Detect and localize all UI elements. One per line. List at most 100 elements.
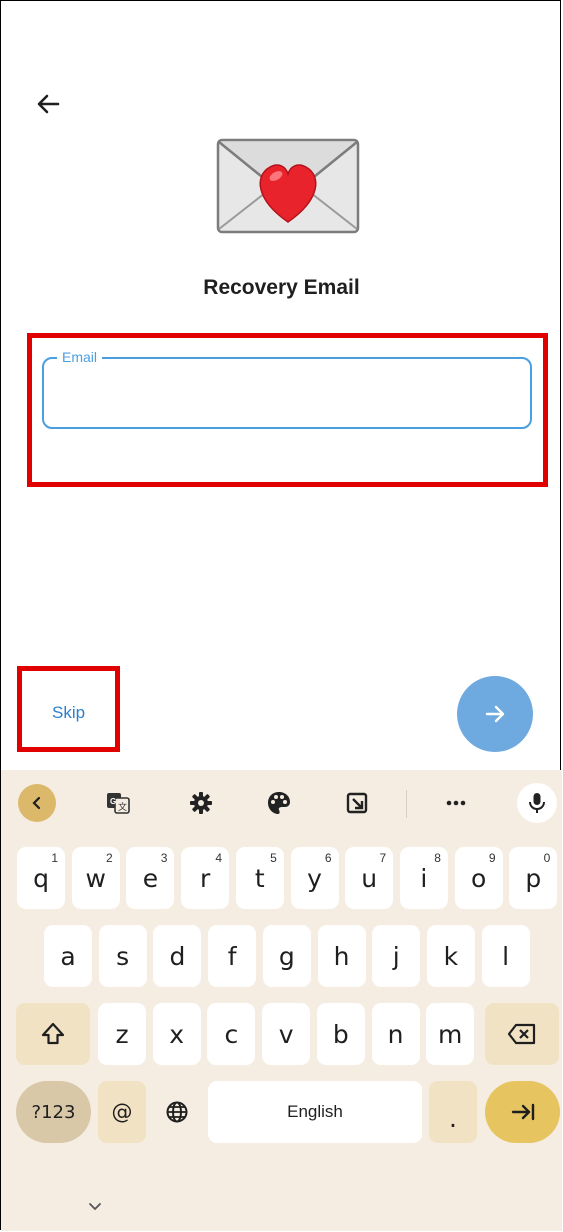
- toolbar-divider: [406, 790, 407, 818]
- key-label: m: [438, 1019, 463, 1049]
- page-title: Recovery Email: [203, 276, 360, 299]
- key-f[interactable]: f: [208, 925, 257, 987]
- toolbar-resize-button[interactable]: [338, 784, 376, 822]
- period-key[interactable]: .: [429, 1081, 477, 1143]
- key-a[interactable]: a: [44, 925, 92, 987]
- arrow-left-icon: [37, 94, 60, 114]
- key-h[interactable]: h: [317, 925, 366, 987]
- key-hint: 7: [379, 851, 387, 865]
- key-label: w: [85, 863, 106, 893]
- shift-icon: [41, 1022, 65, 1045]
- keyboard-toolbar: G 文: [1, 770, 562, 834]
- key-l[interactable]: l: [481, 925, 530, 987]
- space-key[interactable]: English: [208, 1081, 422, 1143]
- on-screen-keyboard: G 文 q 1 w 2 e 3 r 4 t 5 y 6 u 7 i 8 o 9 …: [1, 770, 562, 1231]
- resize-icon: [346, 792, 368, 814]
- key-w[interactable]: w2: [71, 847, 120, 909]
- toolbar-translate-button[interactable]: G 文: [99, 784, 137, 822]
- key-label: b: [332, 1019, 349, 1049]
- key-x[interactable]: x: [152, 1003, 201, 1065]
- key-label: j: [392, 941, 400, 971]
- toolbar-voice-button[interactable]: [517, 783, 557, 823]
- gear-icon: [190, 792, 212, 814]
- key-label: o: [470, 863, 487, 893]
- key-hint: 4: [215, 851, 223, 865]
- key-label: g: [278, 941, 295, 971]
- key-d[interactable]: d: [153, 925, 202, 987]
- key-r[interactable]: r4: [181, 847, 230, 909]
- key-z[interactable]: z: [98, 1003, 146, 1065]
- key-t[interactable]: t5: [235, 847, 284, 909]
- shift-key[interactable]: [16, 1003, 90, 1065]
- key-o[interactable]: o9: [454, 847, 503, 909]
- key-label: l: [502, 941, 510, 971]
- key-label: z: [115, 1019, 129, 1049]
- back-button[interactable]: [30, 86, 66, 122]
- key-label: d: [169, 941, 186, 971]
- key-u[interactable]: u7: [345, 847, 394, 909]
- key-p[interactable]: p0: [509, 847, 558, 909]
- key-hint: 5: [270, 851, 277, 865]
- toolbar-settings-button[interactable]: [182, 784, 220, 822]
- symbols-key[interactable]: ?123: [16, 1081, 91, 1143]
- arrow-right-icon: [485, 705, 505, 723]
- toolbar-theme-button[interactable]: [260, 784, 298, 822]
- globe-icon: [166, 1101, 188, 1123]
- toolbar-collapse-button[interactable]: [18, 784, 56, 822]
- space-key-label: English: [287, 1102, 343, 1121]
- key-label: k: [443, 941, 459, 971]
- key-hint: 8: [434, 851, 441, 865]
- key-label: q: [33, 863, 49, 893]
- chevron-down-icon[interactable]: [85, 1200, 105, 1214]
- more-icon: [446, 800, 466, 806]
- key-label: p: [525, 863, 542, 893]
- key-label: c: [224, 1019, 239, 1049]
- key-label: n: [387, 1019, 404, 1049]
- key-label: y: [307, 863, 322, 893]
- key-i[interactable]: i8: [399, 847, 448, 909]
- key-hint: 2: [106, 851, 113, 865]
- key-hint: 0: [543, 851, 551, 865]
- key-hint: 1: [51, 851, 58, 865]
- key-v[interactable]: v: [262, 1003, 311, 1065]
- key-hint: 3: [160, 851, 168, 865]
- email-input[interactable]: [54, 376, 524, 416]
- next-button[interactable]: [457, 676, 533, 752]
- key-label: t: [254, 863, 265, 893]
- chevron-left-icon: [32, 796, 41, 810]
- skip-button[interactable]: Skip: [52, 703, 85, 723]
- key-label: u: [361, 863, 378, 893]
- key-hint: 9: [488, 851, 496, 865]
- enter-key[interactable]: [485, 1081, 560, 1143]
- key-s[interactable]: s: [98, 925, 147, 987]
- language-key[interactable]: [153, 1081, 201, 1143]
- key-label: f: [227, 941, 237, 971]
- key-q[interactable]: q1: [17, 847, 65, 909]
- email-field-label: Email: [57, 349, 103, 365]
- key-label: e: [142, 863, 159, 893]
- key-y[interactable]: y6: [290, 847, 339, 909]
- key-b[interactable]: b: [316, 1003, 365, 1065]
- backspace-key[interactable]: [485, 1003, 559, 1065]
- key-label: s: [116, 941, 130, 971]
- key-k[interactable]: k: [426, 925, 475, 987]
- key-g[interactable]: g: [262, 925, 311, 987]
- at-key-label: @: [111, 1100, 133, 1124]
- key-n[interactable]: n: [371, 1003, 420, 1065]
- key-j[interactable]: j: [372, 925, 421, 987]
- key-hint: 6: [324, 851, 332, 865]
- envelope-heart-icon: [216, 138, 360, 234]
- at-key[interactable]: @: [98, 1081, 146, 1143]
- period-key-label: .: [449, 1104, 457, 1133]
- key-c[interactable]: c: [207, 1003, 256, 1065]
- key-label: r: [199, 863, 211, 893]
- backspace-icon: [507, 1023, 536, 1045]
- palette-icon: [268, 792, 290, 814]
- key-m[interactable]: m: [426, 1003, 475, 1065]
- key-label: a: [60, 941, 76, 971]
- symbols-key-label: ?123: [31, 1101, 76, 1123]
- toolbar-more-button[interactable]: [437, 784, 475, 822]
- key-label: i: [420, 863, 428, 893]
- key-e[interactable]: e3: [126, 847, 175, 909]
- mic-icon: [529, 793, 545, 813]
